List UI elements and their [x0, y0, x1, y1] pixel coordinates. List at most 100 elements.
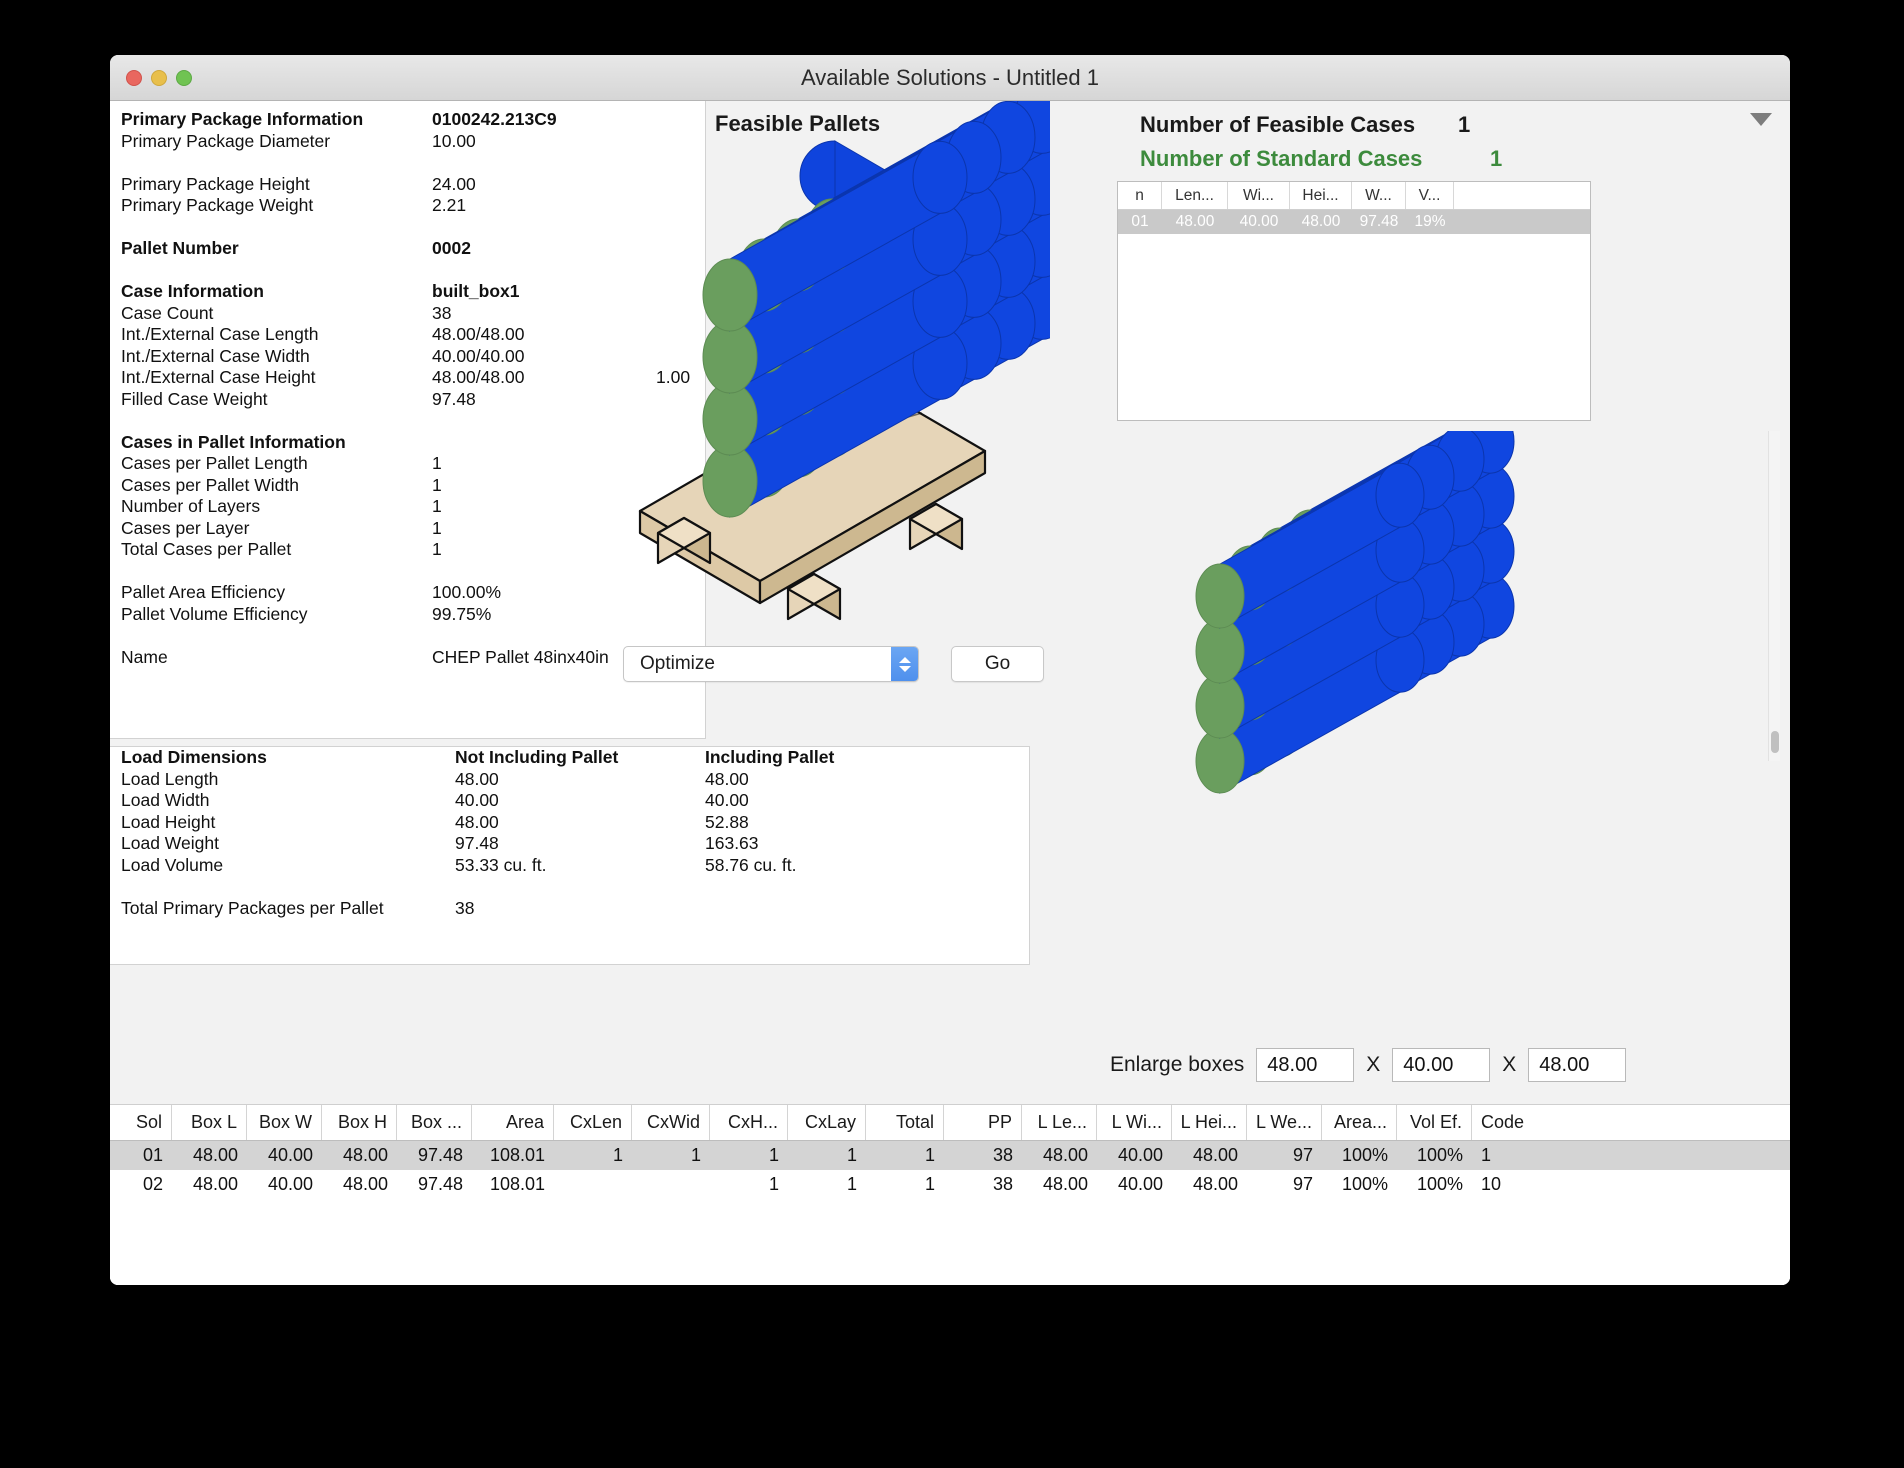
solutions-cell: 01: [142, 1145, 163, 1165]
solutions-col-header[interactable]: PP: [944, 1105, 1022, 1140]
cases-table[interactable]: n Len... Wi... Hei... W... V... 01 48.00 40.00 4…: [1117, 181, 1591, 421]
solutions-cell: 100%: [1341, 1174, 1388, 1194]
solutions-col-header[interactable]: Total: [866, 1105, 944, 1140]
info-label: Primary Package Height: [121, 173, 310, 194]
solutions-cell: 10: [1481, 1174, 1502, 1194]
info-label: Pallet Number: [121, 238, 239, 258]
cases-cell: [1454, 210, 1590, 234]
solutions-cell: [554, 1170, 632, 1199]
solutions-col-header[interactable]: CxLay: [788, 1105, 866, 1140]
case-3d-viewer[interactable]: [1120, 408, 1570, 831]
table-row[interactable]: 01 48.00 40.00 48.00 97.48 108.01 1 1 1 1 1 38 48.00…: [110, 1141, 1790, 1170]
solutions-cell: 40.00: [267, 1145, 313, 1165]
cases-col-header[interactable]: Hei...: [1290, 182, 1352, 209]
cases-cell: 01: [1131, 213, 1149, 230]
solutions-cell: 48.00: [192, 1174, 238, 1194]
enlarge-width-input[interactable]: 40.00: [1392, 1048, 1491, 1082]
info-label: Int./External Case Length: [121, 324, 319, 344]
go-button[interactable]: Go: [951, 646, 1044, 682]
solutions-col-header[interactable]: CxH...: [710, 1105, 788, 1140]
solutions-col-header[interactable]: Box W: [247, 1105, 322, 1140]
right-viewer-scrollbar[interactable]: [1768, 431, 1780, 761]
optimize-select[interactable]: Optimize: [623, 646, 919, 682]
standard-cases-value: 1: [1490, 146, 1503, 171]
solutions-col-header[interactable]: Box H: [322, 1105, 397, 1140]
info-value: 1: [432, 496, 442, 516]
case-3d-graphic: [1195, 408, 1515, 794]
solutions-col-header[interactable]: CxLen: [554, 1105, 632, 1140]
cases-table-header: n Len... Wi... Hei... W... V...: [1118, 182, 1590, 210]
info-value: CHEP Pallet 48inx40in: [432, 646, 609, 667]
solutions-cell: [632, 1170, 710, 1199]
load-row: Load Width 40.00 40.00: [110, 790, 1029, 812]
solutions-col-header[interactable]: L Le...: [1022, 1105, 1097, 1140]
solutions-cell: 108.01: [489, 1145, 545, 1165]
solutions-col-header[interactable]: Area: [472, 1105, 554, 1140]
cases-table-body[interactable]: 01 48.00 40.00 48.00 97.48 19%: [1118, 210, 1590, 234]
info-value: 1: [432, 539, 442, 559]
solutions-col-header[interactable]: Box L: [172, 1105, 247, 1140]
load-row: Load Length 48.00 48.00: [110, 769, 1029, 791]
cases-col-header[interactable]: W...: [1352, 182, 1406, 209]
enlarge-length-input[interactable]: 48.00: [1256, 1048, 1355, 1082]
solutions-cell: 1: [768, 1174, 779, 1194]
info-label: Case Information: [121, 281, 264, 301]
optimize-select-wrapper[interactable]: Optimize: [623, 646, 919, 682]
load-spacer: [110, 876, 1029, 898]
solutions-cell: 1: [690, 1145, 701, 1165]
info-value: 100.00%: [432, 582, 502, 602]
enlarge-height-input[interactable]: 48.00: [1528, 1048, 1627, 1082]
table-row[interactable]: 02 48.00 40.00 48.00 97.48 108.01 1 1 1 38 48.00 40…: [110, 1170, 1790, 1199]
solutions-cell: 48.00: [1042, 1174, 1088, 1194]
pallet-3d-viewer-main[interactable]: [610, 80, 1070, 641]
info-label: Filled Case Weight: [121, 388, 268, 409]
load-cell: 97.48: [455, 833, 499, 853]
solutions-col-header[interactable]: CxWid: [632, 1105, 710, 1140]
solutions-cell: 02: [142, 1174, 163, 1194]
solutions-cell: 48.00: [1192, 1145, 1238, 1165]
solutions-col-header[interactable]: Vol Ef.: [1397, 1105, 1472, 1140]
chevron-down-icon[interactable]: [1750, 113, 1772, 126]
cases-table-row[interactable]: 01 48.00 40.00 48.00 97.48 19%: [1118, 210, 1590, 234]
load-cell: Load Dimensions: [121, 747, 267, 767]
solutions-col-header[interactable]: Box ...: [397, 1105, 472, 1140]
info-label: Cases per Pallet Length: [121, 453, 308, 473]
info-label: Int./External Case Height: [121, 367, 316, 387]
solutions-cell: 40.00: [1117, 1174, 1163, 1194]
info-label: Int./External Case Width: [121, 345, 310, 366]
cases-col-header[interactable]: Len...: [1162, 182, 1228, 209]
load-cell: Load Volume: [121, 854, 224, 875]
load-row: Load Dimensions Not Including Pallet Inclu…: [110, 747, 1029, 769]
info-value: 40.00/40.00: [432, 345, 525, 366]
load-row: Load Height 48.00 52.88: [110, 812, 1029, 834]
solutions-cell: 108.01: [489, 1174, 545, 1194]
optimize-stepper-icon[interactable]: [891, 647, 918, 681]
load-cell: 48.00: [455, 768, 499, 789]
info-value: 99.75%: [432, 603, 492, 624]
cases-col-header[interactable]: V...: [1406, 182, 1454, 209]
load-cell: Not Including Pallet: [455, 747, 619, 767]
info-value: 1: [432, 474, 442, 495]
load-cell: 40.00: [705, 790, 749, 810]
solutions-cell: 38: [992, 1145, 1013, 1165]
scrollbar-thumb[interactable]: [1771, 731, 1779, 753]
solutions-table[interactable]: Sol Box L Box W Box H Box ... Area CxLen CxWid C…: [110, 1104, 1790, 1285]
cases-col-header[interactable]: Wi...: [1228, 182, 1290, 209]
cases-col-header[interactable]: n: [1118, 182, 1162, 209]
solutions-col-header[interactable]: Code: [1472, 1105, 1560, 1140]
solutions-col-header[interactable]: Sol: [110, 1105, 172, 1140]
solutions-col-header[interactable]: Area...: [1322, 1105, 1397, 1140]
load-cell: 38: [455, 897, 475, 918]
cases-col-header[interactable]: [1454, 182, 1590, 209]
load-row: Total Primary Packages per Pallet 38: [110, 898, 1029, 920]
solutions-col-header[interactable]: L Wi...: [1097, 1105, 1172, 1140]
solutions-table-body[interactable]: 01 48.00 40.00 48.00 97.48 108.01 1 1 1 1 1 38 48.00…: [110, 1141, 1790, 1199]
info-value: 0100242.213C9: [432, 109, 557, 129]
solutions-cell: 100%: [1341, 1145, 1388, 1165]
solutions-col-header[interactable]: L Hei...: [1172, 1105, 1247, 1140]
solutions-table-header: Sol Box L Box W Box H Box ... Area CxLen CxWid C…: [110, 1105, 1790, 1141]
solutions-col-header[interactable]: L We...: [1247, 1105, 1322, 1140]
solutions-cell: 40.00: [1117, 1145, 1163, 1165]
info-label: Number of Layers: [121, 496, 261, 516]
cases-cell: 97.48: [1359, 213, 1399, 230]
